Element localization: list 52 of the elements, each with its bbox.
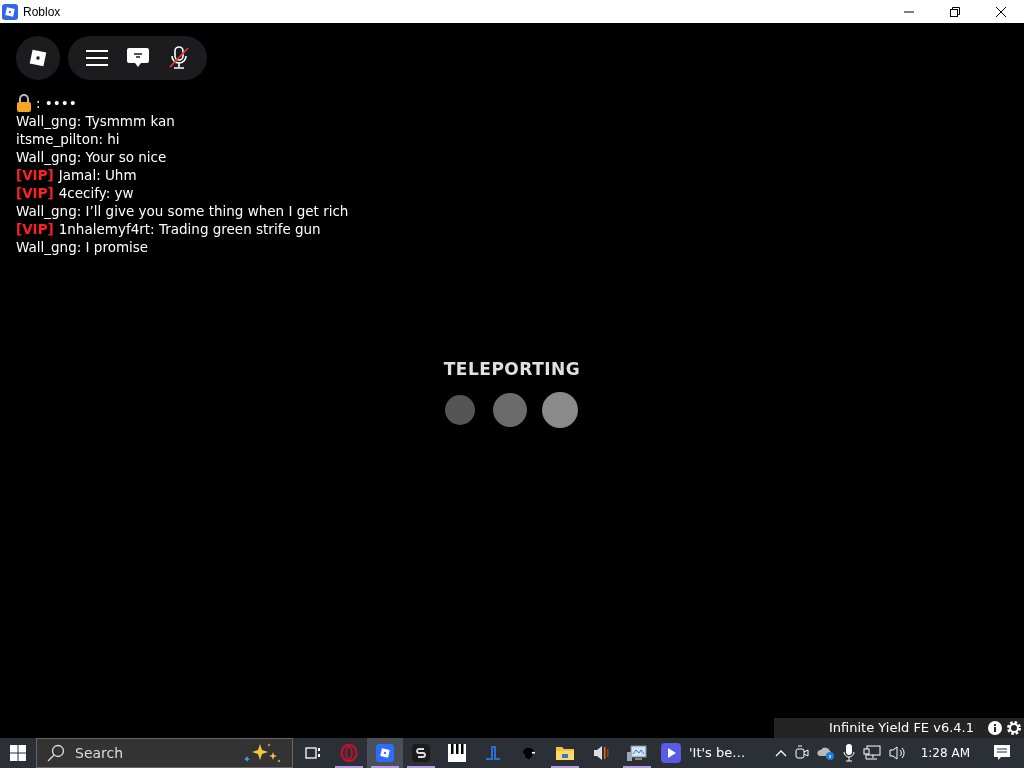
- chat-message: 4cecify: yw: [58, 184, 134, 202]
- app-icon: [412, 744, 430, 762]
- chat-message: itsme_pilton: hi: [16, 130, 120, 148]
- volume-icon[interactable]: [888, 745, 907, 761]
- vip-tag: [VIP]: [16, 184, 54, 202]
- clock[interactable]: 1:28 AM: [920, 744, 970, 762]
- chat-message: Wall_gng: I’ll give you some thing when I get rich: [16, 202, 349, 220]
- info-icon[interactable]: [988, 721, 1002, 735]
- chat-message: Wall_gng: Tysmmm kan: [16, 112, 175, 130]
- ring-icon: [340, 744, 358, 762]
- chat-message: : ••••: [36, 94, 77, 112]
- bird-icon: [520, 744, 538, 762]
- taskbar-app-button[interactable]: [367, 738, 403, 768]
- search-bar[interactable]: Search: [36, 738, 293, 768]
- speaker-icon: [592, 744, 610, 762]
- window-title: Roblox: [23, 3, 61, 21]
- search-icon: [47, 744, 65, 762]
- vip-tag: [VIP]: [16, 220, 54, 238]
- media-button[interactable]: 'It's be…: [657, 738, 750, 768]
- chevron-up-icon[interactable]: [774, 749, 787, 757]
- chat-icon[interactable]: [127, 48, 150, 68]
- chat-message: Jamal: Uhm: [58, 166, 137, 184]
- microphone-icon[interactable]: [842, 744, 855, 762]
- lock-icon: [16, 94, 32, 112]
- windows-logo-icon: [10, 745, 26, 761]
- task-view-icon: [305, 745, 321, 761]
- admin-title: Infinite Yield FE v6.4.1: [828, 719, 974, 738]
- restore-icon: [950, 6, 960, 17]
- loading-dots-icon: [445, 390, 579, 429]
- muted-microphone-icon[interactable]: [169, 46, 190, 70]
- monitor-icon: [627, 744, 647, 762]
- camera-icon[interactable]: [794, 745, 809, 761]
- vip-tag: [VIP]: [16, 166, 54, 184]
- sparkles-icon: [242, 742, 282, 764]
- chat-message: 1nhalemyf4rt: Trading green strife gun: [58, 220, 321, 238]
- roblox-menu-button[interactable]: [16, 36, 60, 80]
- menu-icon[interactable]: [85, 50, 108, 66]
- play-icon: [661, 743, 681, 763]
- search-field[interactable]: Search: [75, 742, 242, 764]
- loading-title: TELEPORTING: [443, 358, 581, 381]
- piano-icon: [448, 744, 466, 762]
- roblox-icon: [376, 744, 394, 762]
- close-icon: [996, 6, 1006, 17]
- folder-icon: [556, 745, 574, 761]
- chat-message: Wall_gng: Your so nice: [16, 148, 167, 166]
- cloud-icon[interactable]: [816, 745, 835, 761]
- chat-message: Wall_gng: I promise: [16, 238, 149, 256]
- network-icon[interactable]: [862, 745, 881, 761]
- roblox-logo-icon: [29, 49, 47, 67]
- notification-icon[interactable]: [994, 745, 1010, 761]
- step-line-icon: [484, 744, 502, 762]
- settings-icon[interactable]: [1006, 720, 1022, 736]
